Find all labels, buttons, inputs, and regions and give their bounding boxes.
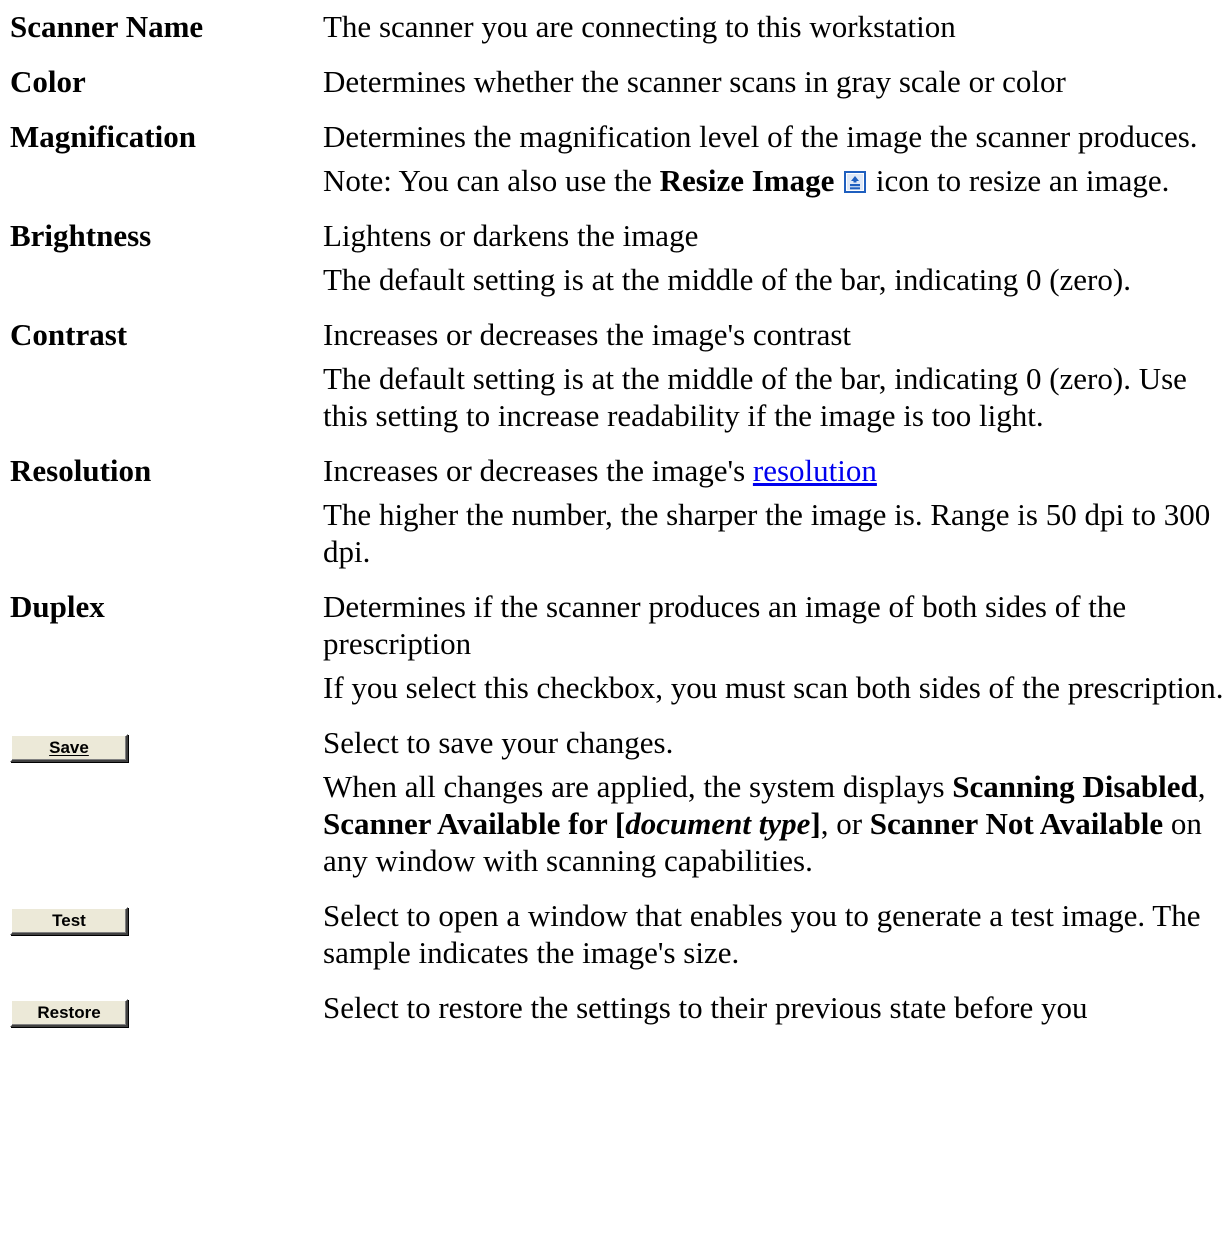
term-contrast: Contrast xyxy=(10,317,128,352)
status-scanner-available: Scanner Available for [ xyxy=(323,806,626,841)
resolution-prefix: Increases or decreases the image's xyxy=(323,453,753,488)
desc-resolution: Increases or decreases the image's resol… xyxy=(323,452,1230,570)
test-button[interactable]: Test xyxy=(10,907,128,935)
save-detail: When all changes are applied, the system… xyxy=(323,768,1226,879)
desc-line: Determines if the scanner produces an im… xyxy=(323,589,1127,661)
desc-line: Determines the magnification level of th… xyxy=(323,119,1198,154)
note-suffix: icon to resize an image. xyxy=(868,163,1170,198)
note-resize-image-label: Resize Image xyxy=(659,163,835,198)
row-test: Test Select to open a window that enable… xyxy=(0,897,1230,971)
desc-line: Select to save your changes. xyxy=(323,725,674,760)
save-text: , xyxy=(1197,769,1206,804)
row-resolution: Resolution Increases or decreases the im… xyxy=(0,452,1230,570)
desc-duplex: Determines if the scanner produces an im… xyxy=(323,588,1230,706)
row-scanner-name: Scanner Name The scanner you are connect… xyxy=(0,8,1230,45)
desc-line: Increases or decreases the image's contr… xyxy=(323,317,852,352)
desc-brightness: Lightens or darkens the image The defaul… xyxy=(323,217,1230,298)
desc-line: Lightens or darkens the image xyxy=(323,218,699,253)
desc-line: The higher the number, the sharper the i… xyxy=(323,497,1211,569)
desc-line: The scanner you are connecting to this w… xyxy=(323,9,956,44)
desc-line: Increases or decreases the image's resol… xyxy=(323,452,1226,489)
term-resolution: Resolution xyxy=(10,453,152,488)
row-duplex: Duplex Determines if the scanner produce… xyxy=(0,588,1230,706)
status-document-type: document type xyxy=(625,806,811,841)
term-color: Color xyxy=(10,64,86,99)
save-button-cell: Save xyxy=(0,724,323,762)
row-color: Color Determines whether the scanner sca… xyxy=(0,63,1230,100)
row-save: Save Select to save your changes. When a… xyxy=(0,724,1230,879)
desc-restore: Select to restore the settings to their … xyxy=(323,989,1230,1026)
desc-scanner-name: The scanner you are connecting to this w… xyxy=(323,8,1230,45)
term-duplex: Duplex xyxy=(10,589,105,624)
desc-test: Select to open a window that enables you… xyxy=(323,897,1230,971)
desc-line: Determines whether the scanner scans in … xyxy=(323,64,1066,99)
test-button-cell: Test xyxy=(0,897,323,935)
desc-line: Select to open a window that enables you… xyxy=(323,898,1201,970)
row-magnification: Magnification Determines the magnificati… xyxy=(0,118,1230,199)
restore-button-cell: Restore xyxy=(0,989,323,1027)
status-scanner-not-available: Scanner Not Available xyxy=(869,806,1164,841)
save-button-label: Save xyxy=(49,738,89,757)
desc-color: Determines whether the scanner scans in … xyxy=(323,63,1230,100)
restore-button[interactable]: Restore xyxy=(10,999,128,1027)
desc-line: The default setting is at the middle of … xyxy=(323,262,1131,297)
status-bracket: ] xyxy=(810,806,821,841)
desc-save: Select to save your changes. When all ch… xyxy=(323,724,1230,879)
row-contrast: Contrast Increases or decreases the imag… xyxy=(0,316,1230,434)
resize-image-icon xyxy=(844,164,867,193)
save-text: When all changes are applied, the system… xyxy=(323,769,953,804)
magnification-note: Note: You can also use the Resize Image … xyxy=(323,162,1226,199)
row-brightness: Brightness Lightens or darkens the image… xyxy=(0,217,1230,298)
desc-line: Select to restore the settings to their … xyxy=(323,990,1088,1025)
term-scanner-name: Scanner Name xyxy=(10,9,204,44)
term-magnification: Magnification xyxy=(10,119,196,154)
status-scanning-disabled: Scanning Disabled xyxy=(952,769,1198,804)
save-text: , or xyxy=(820,806,870,841)
note-prefix: Note: You can also use the xyxy=(323,163,660,198)
save-button[interactable]: Save xyxy=(10,734,128,762)
desc-magnification: Determines the magnification level of th… xyxy=(323,118,1230,199)
row-restore: Restore Select to restore the settings t… xyxy=(0,989,1230,1027)
resolution-link[interactable]: resolution xyxy=(753,453,877,488)
settings-definition-table: Scanner Name The scanner you are connect… xyxy=(0,0,1230,1027)
desc-contrast: Increases or decreases the image's contr… xyxy=(323,316,1230,434)
term-brightness: Brightness xyxy=(10,218,152,253)
desc-line: If you select this checkbox, you must sc… xyxy=(323,670,1224,705)
desc-line: The default setting is at the middle of … xyxy=(323,361,1187,433)
